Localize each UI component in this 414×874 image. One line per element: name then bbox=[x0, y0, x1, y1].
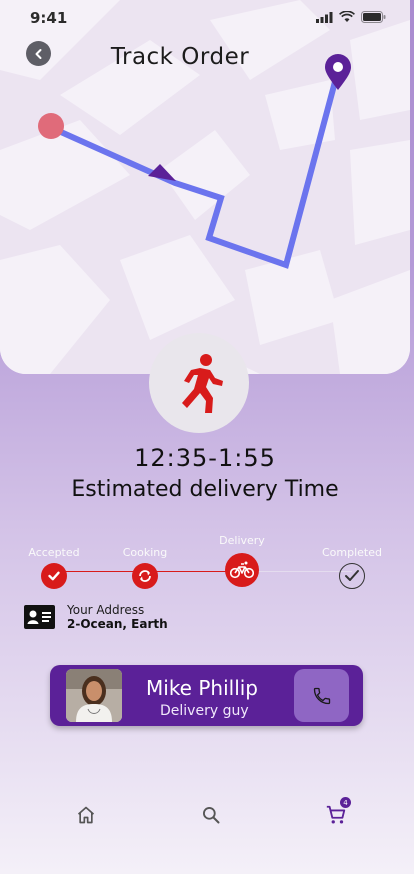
estimated-delivery-label: Estimated delivery Time bbox=[71, 477, 339, 502]
delivery-time-range: 12:35-1:55 bbox=[134, 444, 276, 472]
check-circle-icon bbox=[339, 563, 365, 589]
address-title: Your Address bbox=[67, 603, 145, 617]
step-accepted: Accepted bbox=[24, 546, 84, 589]
running-man-icon bbox=[182, 354, 223, 413]
delivery-address: Your Address 2-Ocean, Earth bbox=[24, 603, 168, 631]
refresh-icon bbox=[132, 563, 158, 589]
check-icon bbox=[41, 563, 67, 589]
id-card-icon bbox=[24, 605, 55, 629]
step-label: Cooking bbox=[122, 546, 168, 559]
cart-count-badge: 4 bbox=[340, 797, 351, 808]
driver-card[interactable]: Mike Phillip Delivery guy bbox=[50, 665, 363, 726]
address-text: Your Address 2-Ocean, Earth bbox=[67, 603, 168, 631]
bottom-navigation: 4 bbox=[0, 796, 410, 836]
nav-search[interactable] bbox=[196, 800, 226, 830]
search-icon bbox=[203, 807, 220, 824]
avatar bbox=[66, 669, 122, 722]
home-icon bbox=[77, 806, 95, 824]
step-label: Delivery bbox=[219, 534, 265, 547]
driver-role: Delivery guy bbox=[160, 703, 249, 719]
wifi-icon bbox=[339, 11, 355, 22]
step-cooking: Cooking bbox=[115, 546, 175, 589]
status-bar: 9:41 bbox=[0, 0, 414, 36]
nav-cart[interactable]: 4 bbox=[321, 797, 351, 830]
step-delivery: Delivery bbox=[212, 534, 272, 587]
status-time: 9:41 bbox=[30, 9, 68, 27]
address-value: 2-Ocean, Earth bbox=[67, 617, 168, 631]
signal-icon bbox=[316, 11, 333, 23]
nav-home[interactable] bbox=[71, 800, 101, 830]
phone-icon bbox=[313, 687, 330, 704]
track-order-screen: 9:41 Track Order 12:35-1:55 Estimated de… bbox=[0, 0, 414, 874]
bicycle-icon bbox=[225, 553, 259, 587]
order-progress-tracker: Accepted Cooking Delivery Completed bbox=[0, 530, 410, 600]
origin-marker-icon bbox=[38, 113, 64, 139]
driver-name: Mike Phillip bbox=[146, 676, 259, 700]
step-completed: Completed bbox=[312, 546, 392, 589]
page-title: Track Order bbox=[110, 44, 250, 70]
call-button[interactable] bbox=[294, 669, 349, 722]
status-icons bbox=[316, 11, 386, 23]
driver-photo bbox=[66, 669, 122, 722]
step-label: Completed bbox=[322, 546, 382, 559]
step-label: Accepted bbox=[28, 546, 80, 559]
battery-icon bbox=[361, 11, 386, 23]
delivery-status-badge bbox=[149, 333, 249, 433]
